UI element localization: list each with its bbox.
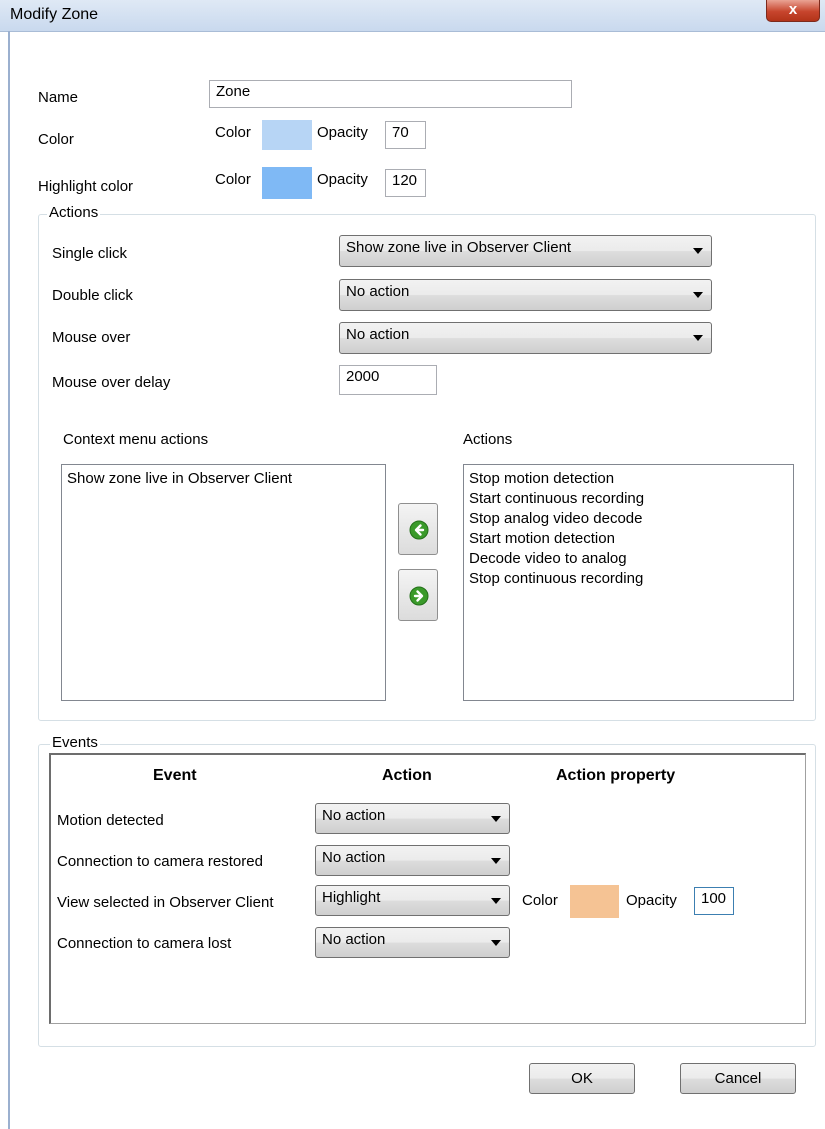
context-menu-actions-label: Context menu actions bbox=[63, 431, 209, 448]
context-menu-actions-list[interactable]: Show zone live in Observer Client bbox=[61, 464, 386, 701]
single-click-label: Single click bbox=[52, 245, 128, 262]
ok-button[interactable]: OK bbox=[529, 1063, 635, 1094]
mouse-over-label: Mouse over bbox=[52, 329, 131, 346]
list-item[interactable]: Decode video to analog bbox=[469, 549, 788, 569]
mouse-over-delay-input[interactable]: 2000 bbox=[339, 365, 437, 395]
highlight-color-sub-label: Color bbox=[215, 171, 251, 188]
chevron-down-icon bbox=[491, 815, 501, 822]
opacity-label: Opacity bbox=[317, 124, 368, 141]
mouse-over-delay-label: Mouse over delay bbox=[52, 374, 171, 391]
highlight-color-label: Highlight color bbox=[38, 178, 134, 195]
chevron-down-icon bbox=[693, 335, 703, 341]
event-action-value: No action bbox=[322, 849, 386, 866]
highlight-opacity-input[interactable]: 120 bbox=[385, 169, 426, 197]
event-label: Motion detected bbox=[57, 812, 164, 829]
event-label: Connection to camera lost bbox=[57, 935, 232, 952]
single-click-value: Show zone live in Observer Client bbox=[346, 239, 572, 256]
title-bar: Modify Zone x bbox=[0, 0, 825, 32]
event-color-label: Color bbox=[522, 892, 558, 909]
event-action-value: No action bbox=[322, 807, 386, 824]
available-actions-label: Actions bbox=[463, 431, 513, 448]
window-title: Modify Zone bbox=[10, 6, 99, 23]
close-button[interactable]: x bbox=[766, 0, 820, 22]
event-action-select[interactable]: No action bbox=[315, 927, 510, 958]
event-label: View selected in Observer Client bbox=[57, 894, 274, 911]
chevron-down-icon bbox=[491, 939, 501, 946]
events-group-label: Events bbox=[50, 734, 100, 751]
event-action-value: No action bbox=[322, 931, 386, 948]
move-right-button[interactable] bbox=[398, 569, 438, 621]
event-color-swatch[interactable] bbox=[570, 885, 619, 918]
color-sub-label: Color bbox=[215, 124, 251, 141]
event-action-select[interactable]: No action bbox=[315, 845, 510, 876]
action-column-header: Action bbox=[382, 767, 432, 784]
chevron-down-icon bbox=[491, 857, 501, 864]
arrow-right-icon bbox=[409, 586, 429, 606]
opacity-input[interactable]: 70 bbox=[385, 121, 426, 149]
event-label: Connection to camera restored bbox=[57, 853, 263, 870]
event-action-select[interactable]: No action bbox=[315, 803, 510, 834]
chevron-down-icon bbox=[491, 897, 501, 904]
list-item[interactable]: Show zone live in Observer Client bbox=[67, 469, 380, 489]
mouse-over-value: No action bbox=[346, 326, 410, 343]
event-action-value: Highlight bbox=[322, 889, 381, 906]
single-click-select[interactable]: Show zone live in Observer Client bbox=[339, 235, 712, 267]
double-click-select[interactable]: No action bbox=[339, 279, 712, 311]
mouse-over-select[interactable]: No action bbox=[339, 322, 712, 354]
chevron-down-icon bbox=[693, 248, 703, 254]
action-property-column-header: Action property bbox=[556, 767, 676, 784]
color-swatch[interactable] bbox=[262, 120, 312, 150]
list-item[interactable]: Stop continuous recording bbox=[469, 569, 788, 589]
cancel-button[interactable]: Cancel bbox=[680, 1063, 796, 1094]
window-frame-edge bbox=[8, 31, 10, 1129]
actions-group-label: Actions bbox=[47, 204, 101, 221]
event-opacity-input[interactable]: 100 bbox=[694, 887, 734, 915]
chevron-down-icon bbox=[693, 292, 703, 298]
event-column-header: Event bbox=[153, 767, 197, 784]
highlight-opacity-label: Opacity bbox=[317, 171, 368, 188]
list-item[interactable]: Stop motion detection bbox=[469, 469, 788, 489]
highlight-color-swatch[interactable] bbox=[262, 167, 312, 199]
color-label: Color bbox=[38, 131, 74, 148]
double-click-value: No action bbox=[346, 283, 410, 300]
arrow-left-icon bbox=[409, 520, 429, 540]
move-left-button[interactable] bbox=[398, 503, 438, 555]
list-item[interactable]: Start motion detection bbox=[469, 529, 788, 549]
double-click-label: Double click bbox=[52, 287, 133, 304]
list-item[interactable]: Stop analog video decode bbox=[469, 509, 788, 529]
event-action-select[interactable]: Highlight bbox=[315, 885, 510, 916]
event-opacity-label: Opacity bbox=[626, 892, 677, 909]
list-item[interactable]: Start continuous recording bbox=[469, 489, 788, 509]
available-actions-list[interactable]: Stop motion detection Start continuous r… bbox=[463, 464, 794, 701]
name-input[interactable]: Zone bbox=[209, 80, 572, 108]
name-label: Name bbox=[38, 89, 79, 106]
